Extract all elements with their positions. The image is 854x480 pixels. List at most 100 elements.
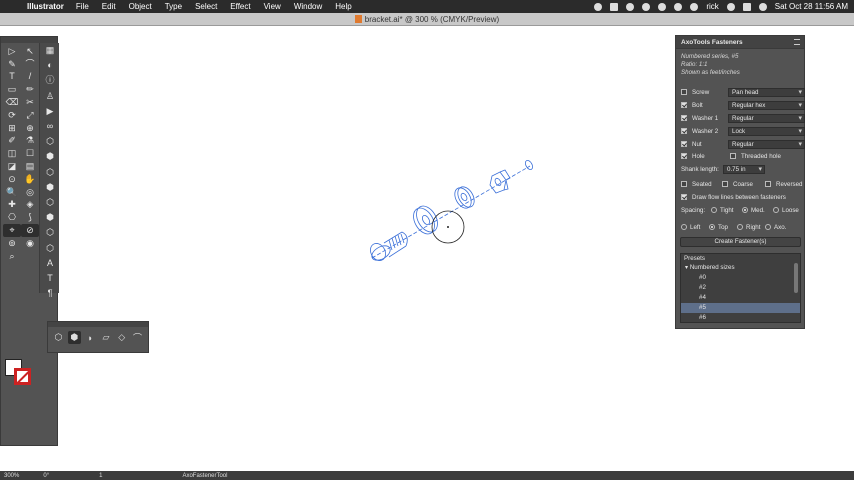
create-fasteners-button[interactable]: Create Fastener(s)	[680, 237, 801, 247]
orient-axo-radio[interactable]	[765, 224, 771, 230]
clock[interactable]: Sat Oct 28 11:56 AM	[775, 2, 848, 11]
perspective-grid-tool-icon[interactable]: ✐	[3, 135, 21, 148]
washer-1[interactable]	[409, 202, 442, 237]
axo-tool-icon[interactable]: ⌖	[3, 224, 21, 237]
seated-checkbox[interactable]	[681, 181, 687, 187]
screw-checkbox[interactable]	[681, 89, 687, 95]
eraser-tool-icon[interactable]: ⌫	[3, 96, 21, 109]
washer1-dropdown[interactable]: Regular	[728, 113, 805, 123]
magnify-tool-icon[interactable]: ⌕	[3, 250, 21, 263]
axo-fastener-tool-icon[interactable]: ⊘	[21, 224, 39, 237]
axo-cube-2-icon[interactable]: ⬢	[40, 149, 60, 164]
panel-menu-icon[interactable]	[794, 39, 800, 45]
panel-tool-1-icon[interactable]: ▦	[40, 43, 60, 58]
blend-tool-icon[interactable]: ◪	[3, 160, 21, 173]
axo-cube-1-icon[interactable]: ⬡	[40, 134, 60, 149]
preset-item[interactable]: #6	[681, 313, 800, 323]
slice-tool-icon[interactable]: ⎔	[3, 211, 21, 224]
menu-object[interactable]: Object	[129, 2, 152, 11]
free-transform-tool-icon[interactable]: ⊞	[3, 122, 21, 135]
axo-cube-8-icon[interactable]: ⬡	[40, 240, 60, 255]
panel-tool-2-icon[interactable]: ◐	[40, 58, 60, 73]
menu-effect[interactable]: Effect	[230, 2, 250, 11]
graph-tool-icon[interactable]: ▤	[21, 160, 39, 173]
cloud-icon[interactable]	[642, 2, 651, 11]
warp-tool-icon[interactable]: ◈	[21, 199, 39, 212]
bolt[interactable]	[367, 231, 408, 263]
rectangle-tool-icon[interactable]: ▭	[3, 83, 21, 96]
gradient-tool-icon[interactable]: ☐	[21, 147, 39, 160]
cylinder-icon[interactable]: ◗	[84, 331, 97, 344]
eyedropper-tool-icon[interactable]: ⚗	[21, 135, 39, 148]
axo-text-icon[interactable]: A	[40, 256, 60, 271]
wifi-icon[interactable]	[690, 2, 699, 11]
threaded-hole-checkbox[interactable]	[730, 153, 736, 159]
zoom-field[interactable]: 300%	[4, 473, 19, 479]
spacing-loose-radio[interactable]	[773, 207, 779, 213]
type-tool-icon[interactable]: T	[3, 71, 21, 84]
menu-window[interactable]: Window	[294, 2, 322, 11]
zoom-tool-icon[interactable]: 🔍	[3, 186, 21, 199]
menu-file[interactable]: File	[76, 2, 89, 11]
preset-item[interactable]: #2	[681, 283, 800, 293]
arc-icon[interactable]: ⌒	[131, 331, 144, 344]
hand-tool-icon[interactable]: ✋	[21, 173, 39, 186]
shank-length-input[interactable]: 0.75 in	[723, 164, 765, 174]
cube-icon[interactable]: ⬡	[52, 331, 65, 344]
scale-tool-icon[interactable]: ⤢	[21, 109, 39, 122]
shape-builder-tool-icon[interactable]: ⊕	[21, 122, 39, 135]
orient-top-radio[interactable]	[709, 224, 715, 230]
washer2-dropdown[interactable]: Lock	[728, 126, 805, 136]
menu-type[interactable]: Type	[165, 2, 182, 11]
preset-item-selected[interactable]: #5	[681, 303, 800, 313]
volume-icon[interactable]	[674, 2, 683, 11]
nut-checkbox[interactable]	[681, 141, 687, 147]
hole-checkbox[interactable]	[681, 153, 687, 159]
spacing-med-radio[interactable]	[742, 207, 748, 213]
info-icon[interactable]: ⓘ	[40, 73, 60, 88]
spacing-tight-radio[interactable]	[711, 207, 717, 213]
menu-select[interactable]: Select	[195, 2, 217, 11]
washer2-checkbox[interactable]	[681, 128, 687, 134]
width-tool-icon[interactable]: ✚	[3, 199, 21, 212]
magic-wand-tool-icon[interactable]: ✎	[3, 58, 21, 71]
artboard-number[interactable]: 1	[99, 473, 102, 479]
menu-view[interactable]: View	[264, 2, 281, 11]
battery-icon[interactable]	[758, 2, 767, 11]
selection-tool-icon[interactable]: ▷	[3, 45, 21, 58]
bolt-checkbox[interactable]	[681, 102, 687, 108]
preset-item[interactable]: #4	[681, 293, 800, 303]
display-icon[interactable]	[610, 2, 619, 11]
menu-edit[interactable]: Edit	[102, 2, 116, 11]
mesh-tool-icon[interactable]: ◫	[3, 147, 21, 160]
paragraph-icon[interactable]: ¶	[40, 286, 60, 301]
nut-dropdown[interactable]: Regular	[728, 139, 805, 149]
bolt-dropdown[interactable]: Regular hex	[728, 100, 805, 110]
puppet-icon[interactable]: ♙	[40, 89, 60, 104]
rotate-tool-icon[interactable]: ⟳	[3, 109, 21, 122]
axo-cube-3-icon[interactable]: ⬡	[40, 165, 60, 180]
link-icon[interactable]: ∞	[40, 119, 60, 134]
bluetooth-icon[interactable]	[658, 2, 667, 11]
washer-2[interactable]	[451, 184, 477, 211]
preset-item[interactable]: #0	[681, 273, 800, 283]
washer1-checkbox[interactable]	[681, 115, 687, 121]
presets-scrollbar[interactable]	[794, 263, 798, 293]
ellipse-tool-icon[interactable]: ⊚	[3, 237, 21, 250]
app-menu[interactable]: Illustrator	[27, 2, 64, 11]
axo-type-icon[interactable]: T	[40, 271, 60, 286]
coarse-checkbox[interactable]	[722, 181, 728, 187]
scissors-tool-icon[interactable]: ✂	[21, 96, 39, 109]
axo-cube-6-icon[interactable]: ⬢	[40, 210, 60, 225]
axo-cube-4-icon[interactable]: ⬢	[40, 180, 60, 195]
flow-lines-checkbox[interactable]	[681, 194, 687, 200]
artboard-tool-icon[interactable]: ◎	[21, 186, 39, 199]
rotation-field[interactable]: 0°	[43, 473, 49, 479]
symbol-sprayer-tool-icon[interactable]: ⊙	[3, 173, 21, 186]
menu-help[interactable]: Help	[335, 2, 351, 11]
puppet-warp-tool-icon[interactable]: ⟆	[21, 211, 39, 224]
screw-dropdown[interactable]: Pan head	[728, 87, 805, 97]
lasso-tool-icon[interactable]: ⌒	[21, 58, 39, 71]
user-name[interactable]: rick	[706, 2, 718, 11]
line-tool-icon[interactable]: /	[21, 71, 39, 84]
